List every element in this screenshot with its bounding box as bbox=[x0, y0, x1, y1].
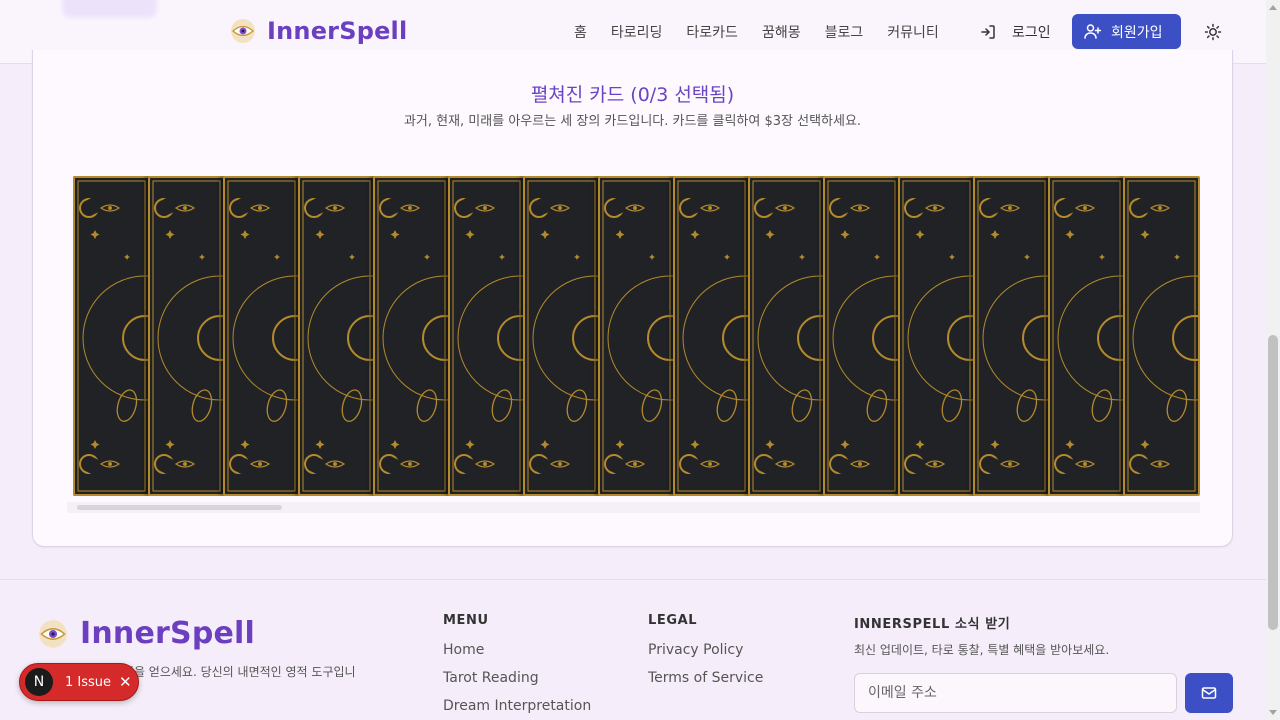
eye-logo-icon bbox=[39, 619, 67, 648]
footer-link-tarot-reading[interactable]: Tarot Reading bbox=[443, 670, 539, 686]
tarot-card-back[interactable] bbox=[973, 176, 1050, 496]
tarot-card-back[interactable] bbox=[523, 176, 600, 496]
login-button[interactable]: 로그인 bbox=[980, 22, 1051, 42]
nav-item-blog[interactable]: 블로그 bbox=[825, 22, 864, 42]
footer-link-dream[interactable]: Dream Interpretation bbox=[443, 698, 591, 714]
issues-badge[interactable]: N 1 Issue ✕ bbox=[19, 663, 139, 701]
nav-item-tarot-cards[interactable]: 타로카드 bbox=[686, 22, 738, 42]
deck-scrollbar[interactable] bbox=[67, 502, 1200, 513]
deck-scrollbar-thumb[interactable] bbox=[77, 505, 282, 510]
tarot-card-back[interactable] bbox=[823, 176, 900, 496]
eye-logo-icon bbox=[231, 19, 255, 43]
newsletter-description: 최신 업데이트, 타로 통찰, 특별 혜택을 받아보세요. bbox=[854, 643, 1110, 657]
brand-logo[interactable]: InnerSpell bbox=[230, 17, 407, 45]
card-spread-panel: 펼쳐진 카드 (0/3 선택됨) 과거, 현재, 미래를 아우르는 세 장의 카… bbox=[32, 50, 1233, 547]
nav-item-home[interactable]: 홈 bbox=[574, 22, 587, 42]
card-deck[interactable] bbox=[73, 176, 1200, 496]
tarot-card-back[interactable] bbox=[1123, 176, 1200, 496]
tarot-card-back[interactable] bbox=[748, 176, 825, 496]
faded-overlay bbox=[62, 0, 157, 18]
tarot-card-back[interactable] bbox=[1048, 176, 1125, 496]
issues-avatar: N bbox=[25, 668, 53, 696]
footer-logo[interactable]: InnerSpell bbox=[38, 616, 255, 651]
tarot-card-back[interactable] bbox=[148, 176, 225, 496]
tarot-card-back[interactable] bbox=[673, 176, 750, 496]
tarot-card-back[interactable] bbox=[448, 176, 525, 496]
site-footer: InnerSpell 로 명확성과 통찰력을 얻으세요. 당신의 내면적인 영적… bbox=[0, 579, 1266, 720]
tarot-card-back[interactable] bbox=[898, 176, 975, 496]
page-scrollbar[interactable] bbox=[1266, 0, 1280, 720]
spread-title: 펼쳐진 카드 (0/3 선택됨) bbox=[530, 84, 735, 106]
newsletter-title: INNERSPELL 소식 받기 bbox=[854, 617, 1011, 632]
user-plus-icon bbox=[1084, 24, 1101, 39]
nav-item-tarot-reading[interactable]: 타로리딩 bbox=[611, 22, 663, 42]
tarot-card-back[interactable] bbox=[73, 176, 150, 496]
spread-description: 과거, 현재, 미래를 아우르는 세 장의 카드입니다. 카드를 클릭하여 $3… bbox=[403, 114, 862, 129]
issues-label: 1 Issue bbox=[65, 674, 112, 690]
tarot-card-back[interactable] bbox=[223, 176, 300, 496]
nav-item-community[interactable]: 커뮤니티 bbox=[887, 22, 939, 42]
page-scrollbar-thumb[interactable] bbox=[1268, 335, 1278, 630]
tarot-card-back[interactable] bbox=[598, 176, 675, 496]
scroll-down-arrow-icon[interactable] bbox=[1269, 710, 1277, 715]
footer-link-terms[interactable]: Terms of Service bbox=[648, 670, 763, 686]
close-icon[interactable]: ✕ bbox=[119, 673, 132, 691]
footer-brand-name: InnerSpell bbox=[80, 616, 256, 651]
newsletter-submit-button[interactable] bbox=[1185, 673, 1233, 713]
nav-item-dream[interactable]: 꿈해몽 bbox=[762, 22, 801, 42]
main-nav: 홈 타로리딩 타로카드 꿈해몽 블로그 커뮤니티 bbox=[574, 22, 939, 42]
login-icon bbox=[981, 25, 995, 39]
signup-button[interactable]: 회원가입 bbox=[1072, 14, 1181, 49]
footer-legal-title: LEGAL bbox=[648, 613, 698, 628]
brand-name: InnerSpell bbox=[267, 17, 408, 45]
footer-menu-title: MENU bbox=[443, 613, 489, 628]
sun-icon[interactable] bbox=[1204, 23, 1222, 41]
footer-link-home[interactable]: Home bbox=[443, 642, 484, 658]
footer-link-privacy[interactable]: Privacy Policy bbox=[648, 642, 743, 658]
scroll-up-arrow-icon[interactable] bbox=[1269, 5, 1277, 10]
login-label: 로그인 bbox=[1012, 25, 1051, 41]
tarot-card-back[interactable] bbox=[373, 176, 450, 496]
newsletter-email-input[interactable] bbox=[854, 673, 1177, 713]
tarot-card-back[interactable] bbox=[298, 176, 375, 496]
signup-label: 회원가입 bbox=[1111, 24, 1163, 41]
mail-icon bbox=[1201, 687, 1217, 699]
